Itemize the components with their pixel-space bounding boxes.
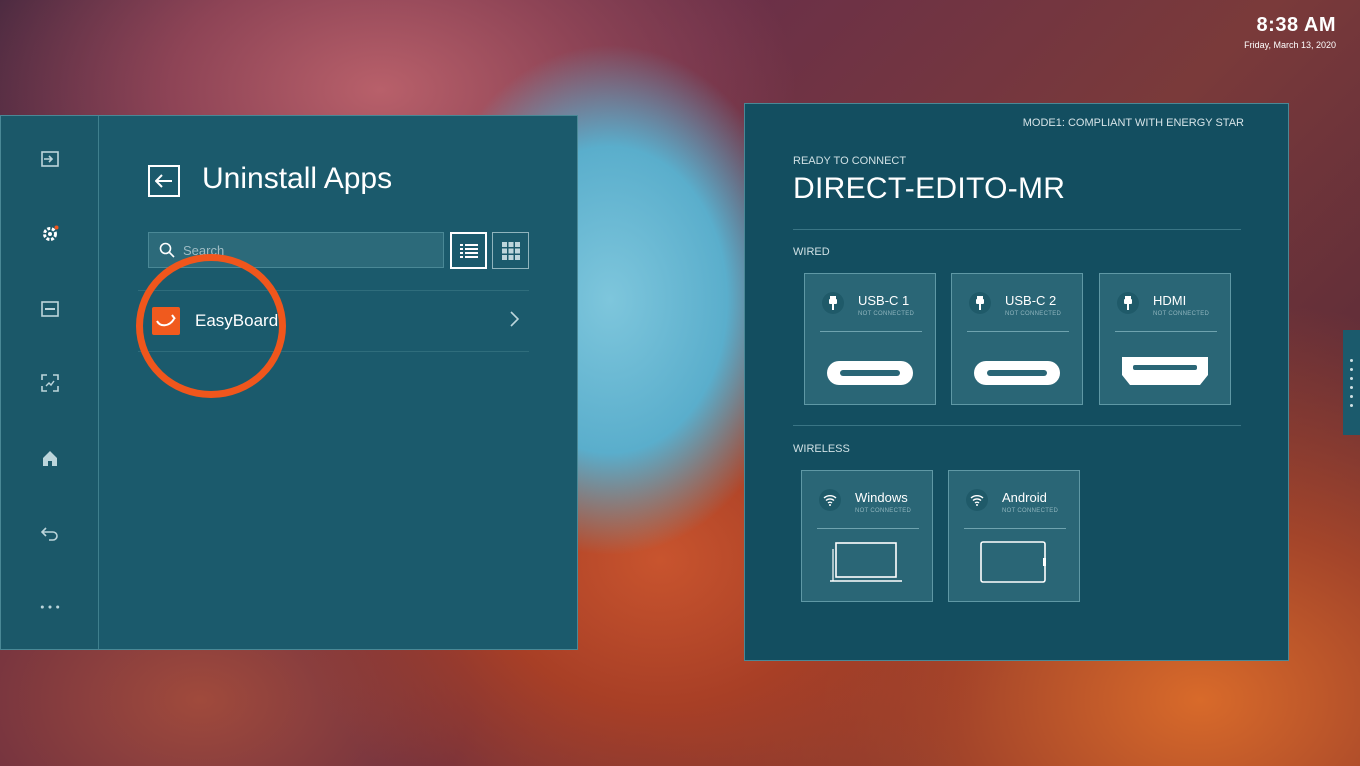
usb-plug-icon	[1117, 292, 1139, 314]
usb-c-port-icon	[805, 360, 935, 386]
card-status: NOT CONNECTED	[855, 508, 912, 514]
usb-plug-icon	[822, 292, 844, 314]
back-button[interactable]	[148, 165, 180, 197]
list-view-icon	[459, 243, 478, 258]
windows-card[interactable]: Windows NOT CONNECTED	[801, 470, 933, 602]
section-divider	[793, 229, 1241, 230]
home-icon[interactable]	[40, 448, 60, 468]
settings-content: Uninstall Apps EasyBoar	[100, 116, 577, 649]
back-icon[interactable]	[40, 523, 60, 543]
card-name: Android	[1002, 490, 1047, 505]
card-name: USB-C 1	[858, 293, 910, 308]
clock-time: 8:38 AM	[1256, 14, 1336, 36]
card-name: Windows	[855, 490, 908, 505]
highlight-circle	[136, 254, 286, 398]
connection-panel: MODE1: COMPLIANT WITH ENERGY STAR READY …	[744, 103, 1289, 661]
card-status: NOT CONNECTED	[858, 311, 915, 317]
usb-plug-icon	[969, 292, 991, 314]
usb-c-port-icon	[952, 360, 1082, 386]
ready-label: READY TO CONNECT	[793, 155, 907, 167]
usb-c-2-card[interactable]: USB-C 2 NOT CONNECTED	[951, 273, 1083, 405]
card-name: USB-C 2	[1005, 293, 1057, 308]
hdmi-port-icon	[1100, 356, 1230, 386]
list-view-button[interactable]	[450, 232, 487, 269]
card-status: NOT CONNECTED	[1005, 311, 1062, 317]
grid-view-icon	[501, 241, 520, 260]
screenshot-icon[interactable]	[40, 373, 60, 393]
tablet-icon	[949, 541, 1079, 583]
settings-sidebar	[1, 116, 99, 649]
usb-c-1-card[interactable]: USB-C 1 NOT CONNECTED	[804, 273, 936, 405]
input-icon[interactable]	[40, 149, 60, 169]
edge-menu-handle[interactable]	[1343, 330, 1360, 435]
chevron-right-icon	[510, 311, 519, 327]
card-status: NOT CONNECTED	[1153, 311, 1210, 317]
mode-status: MODE1: COMPLIANT WITH ENERGY STAR	[1022, 117, 1244, 129]
clock: 8:38 AM Friday, March 13, 2020	[1244, 14, 1336, 50]
wifi-icon	[819, 489, 841, 511]
more-icon[interactable]	[40, 597, 60, 617]
wifi-icon	[966, 489, 988, 511]
clock-date: Friday, March 13, 2020	[1244, 40, 1336, 50]
settings-panel: Uninstall Apps EasyBoar	[0, 115, 578, 650]
grid-view-button[interactable]	[492, 232, 529, 269]
laptop-icon	[802, 541, 932, 583]
wireless-label: WIRELESS	[793, 443, 850, 455]
card-name: HDMI	[1153, 293, 1187, 308]
arrow-left-icon	[155, 174, 172, 188]
search-icon	[159, 242, 175, 258]
gear-icon[interactable]	[40, 224, 60, 244]
wired-label: WIRED	[793, 246, 830, 258]
card-status: NOT CONNECTED	[1002, 508, 1059, 514]
display-icon[interactable]	[40, 299, 60, 319]
hdmi-card[interactable]: HDMI NOT CONNECTED	[1099, 273, 1231, 405]
section-divider	[793, 425, 1241, 426]
android-card[interactable]: Android NOT CONNECTED	[948, 470, 1080, 602]
device-name: DIRECT-EDITO-MR	[793, 172, 1066, 205]
page-title: Uninstall Apps	[202, 162, 393, 195]
